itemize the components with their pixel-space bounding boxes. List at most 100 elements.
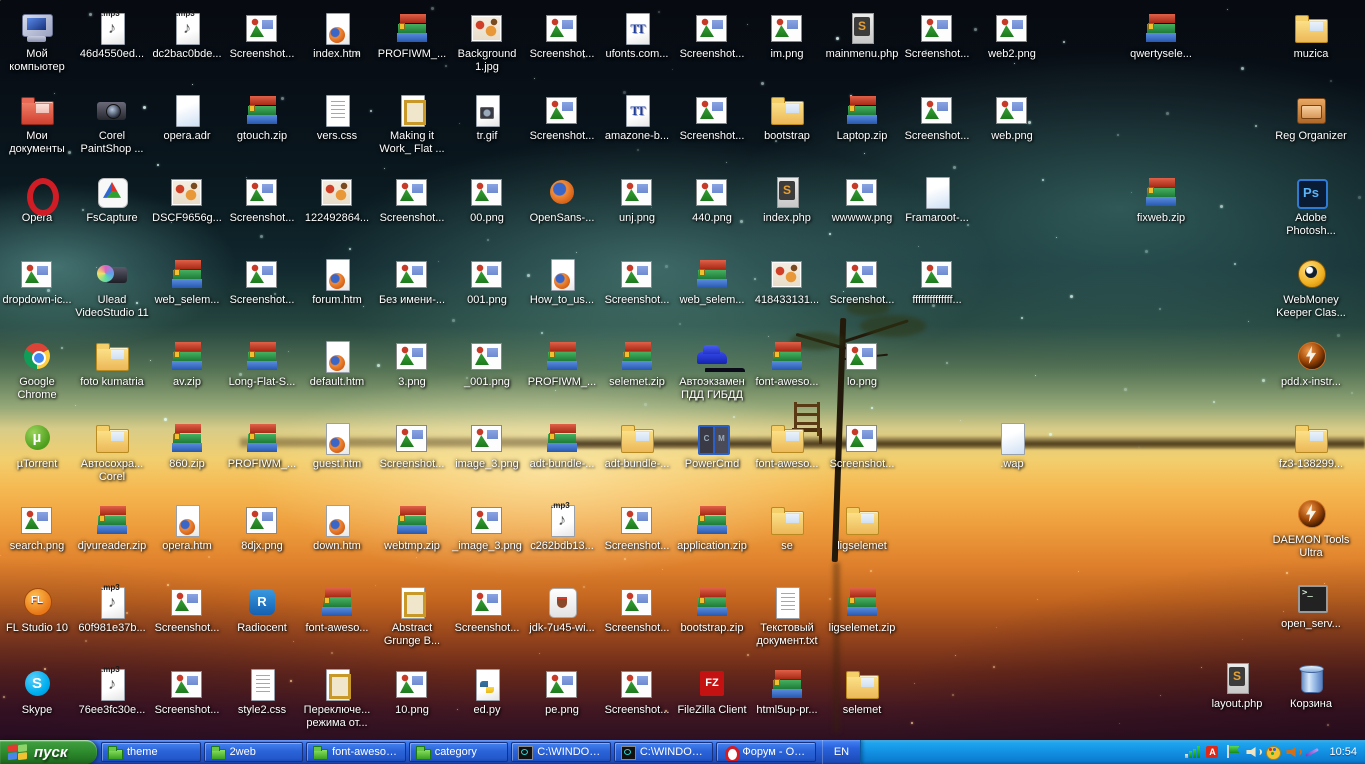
task-button[interactable]: C:\WINDOWS\syst...: [511, 742, 611, 762]
desktop-icon-image[interactable]: Screenshot...: [599, 666, 675, 717]
task-button[interactable]: theme: [101, 742, 201, 762]
desktop-icon-image-flower[interactable]: DSCF9656g...: [149, 174, 225, 225]
desktop-icon-mp3[interactable]: .mp3dc2bac0bde...: [149, 10, 225, 61]
desktop-icon-image-flower[interactable]: Background1.jpg: [449, 10, 525, 74]
desktop-icon-rar[interactable]: Long-Flat-S...: [224, 338, 300, 389]
desktop-icon-image[interactable]: Screenshot...: [224, 256, 300, 307]
desktop-icon-image[interactable]: Screenshot...: [824, 256, 900, 307]
desktop-icon-image[interactable]: Screenshot...: [674, 10, 750, 61]
desktop-icon-image[interactable]: 001.png: [449, 256, 525, 307]
desktop-icon-image[interactable]: wwwww.png: [824, 174, 900, 225]
desktop-icon-image-flower[interactable]: 122492864...: [299, 174, 375, 225]
desktop-icon-rar[interactable]: html5up-pr...: [749, 666, 825, 717]
desktop-icon-rar[interactable]: qwertysele...: [1123, 10, 1199, 61]
desktop-icon-image[interactable]: Screenshot...: [899, 92, 975, 143]
desktop-icon-folder[interactable]: fz3-138299...: [1273, 420, 1349, 471]
desktop-icon-image[interactable]: Screenshot...: [674, 92, 750, 143]
clock[interactable]: 10:54: [1329, 746, 1357, 758]
desktop-icon-folder[interactable]: muzica: [1273, 10, 1349, 61]
desktop-icon-blankdoc[interactable]: .wap: [974, 420, 1050, 471]
desktop-icon-folder[interactable]: bootstrap: [749, 92, 825, 143]
desktop-icon-image[interactable]: Screenshot...: [224, 10, 300, 61]
desktop-icon-rar[interactable]: font-aweso...: [749, 338, 825, 389]
desktop-icon-chrome[interactable]: GoogleChrome: [0, 338, 75, 402]
desktop[interactable]: Мойкомпьютер.mp346d4550ed....mp3dc2bac0b…: [0, 0, 1365, 740]
desktop-icon-mp3[interactable]: .mp376ee3fc30e...: [74, 666, 150, 717]
task-button[interactable]: font-awesome-4.0.1: [306, 742, 406, 762]
desktop-icon-folder[interactable]: foto kumatria: [74, 338, 150, 389]
desktop-icon-image[interactable]: ffffffffffffff...: [899, 256, 975, 307]
desktop-icon-image[interactable]: Screenshot...: [149, 584, 225, 635]
desktop-icon-utorrent[interactable]: µTorrent: [0, 420, 75, 471]
desktop-icon-image[interactable]: 440.png: [674, 174, 750, 225]
desktop-icon-rar[interactable]: 860.zip: [149, 420, 225, 471]
desktop-icon-rar[interactable]: selemet.zip: [599, 338, 675, 389]
desktop-icon-opera[interactable]: Opera: [0, 174, 75, 225]
desktop-icon-ttf[interactable]: ufonts.com...: [599, 10, 675, 61]
task-button[interactable]: 2web: [204, 742, 304, 762]
signal-bars-icon[interactable]: [1185, 745, 1201, 759]
desktop-icon-image[interactable]: dropdown-ic...: [0, 256, 75, 307]
desktop-icon-frame[interactable]: Making itWork_ Flat ...: [374, 92, 450, 156]
desktop-icon-mp3[interactable]: .mp346d4550ed...: [74, 10, 150, 61]
desktop-icon-rar[interactable]: Laptop.zip: [824, 92, 900, 143]
color-palette-icon[interactable]: [1265, 745, 1281, 759]
desktop-icon-rar[interactable]: bootstrap.zip: [674, 584, 750, 635]
desktop-icon-image[interactable]: search.png: [0, 502, 75, 553]
desktop-icon-image[interactable]: Screenshot...: [374, 174, 450, 225]
desktop-icon-rar[interactable]: djvureader.zip: [74, 502, 150, 553]
desktop-icon-skype[interactable]: Skype: [0, 666, 75, 717]
desktop-icon-image[interactable]: 00.png: [449, 174, 525, 225]
desktop-icon-videocam[interactable]: UleadVideoStudio 11: [74, 256, 150, 320]
desktop-icon-image[interactable]: 10.png: [374, 666, 450, 717]
desktop-icon-gif[interactable]: tr.gif: [449, 92, 525, 143]
desktop-icon-sublime[interactable]: layout.php: [1199, 660, 1275, 711]
desktop-icon-radiocent[interactable]: Radiocent: [224, 584, 300, 635]
desktop-icon-image-flower[interactable]: 418433131...: [749, 256, 825, 307]
desktop-icon-image[interactable]: im.png: [749, 10, 825, 61]
desktop-icon-rar[interactable]: PROFIWM_...: [224, 420, 300, 471]
desktop-icon-rar[interactable]: application.zip: [674, 502, 750, 553]
desktop-icon-sublime[interactable]: index.php: [749, 174, 825, 225]
desktop-icon-firefox[interactable]: OpenSans-...: [524, 174, 600, 225]
desktop-icon-blankdoc[interactable]: Framaroot-...: [899, 174, 975, 225]
desktop-icon-rar[interactable]: PROFIWM_...: [374, 10, 450, 61]
desktop-icon-python[interactable]: ed.py: [449, 666, 525, 717]
desktop-icon-image[interactable]: 8djx.png: [224, 502, 300, 553]
desktop-icon-image[interactable]: pe.png: [524, 666, 600, 717]
desktop-icon-rar[interactable]: fixweb.zip: [1123, 174, 1199, 225]
desktop-icon-rar[interactable]: gtouch.zip: [224, 92, 300, 143]
desktop-icon-rar[interactable]: webtmp.zip: [374, 502, 450, 553]
desktop-icon-image[interactable]: Screenshot...: [899, 10, 975, 61]
task-button[interactable]: category: [409, 742, 509, 762]
desktop-icon-textdoc[interactable]: vers.css: [299, 92, 375, 143]
desktop-icon-camera[interactable]: CorelPaintShop ...: [74, 92, 150, 156]
desktop-icon-image[interactable]: web.png: [974, 92, 1050, 143]
desktop-icon-sublime[interactable]: mainmenu.php: [824, 10, 900, 61]
desktop-icon-image[interactable]: _image_3.png: [449, 502, 525, 553]
language-indicator[interactable]: EN: [822, 740, 860, 764]
desktop-icon-firefox-page[interactable]: default.htm: [299, 338, 375, 389]
desktop-icon-image[interactable]: lo.png: [824, 338, 900, 389]
desktop-icon-image[interactable]: Screenshot...: [374, 420, 450, 471]
desktop-icon-image[interactable]: Screenshot...: [524, 92, 600, 143]
desktop-icon-rar[interactable]: web_selem...: [149, 256, 225, 307]
desktop-icon-rar[interactable]: av.zip: [149, 338, 225, 389]
desktop-icon-textdoc[interactable]: Текстовыйдокумент.txt: [749, 584, 825, 648]
desktop-icon-textdoc[interactable]: style2.css: [224, 666, 300, 717]
desktop-icon-powercmd[interactable]: PowerCmd: [674, 420, 750, 471]
pen-tablet-icon[interactable]: [1305, 745, 1321, 759]
desktop-icon-firefox-page[interactable]: index.htm: [299, 10, 375, 61]
desktop-icon-frame[interactable]: Переключе...режима от...: [299, 666, 375, 730]
desktop-icon-folder[interactable]: ligselemet: [824, 502, 900, 553]
desktop-icon-frame[interactable]: AbstractGrunge B...: [374, 584, 450, 648]
desktop-icon-filezilla[interactable]: FileZilla Client: [674, 666, 750, 717]
desktop-icon-car[interactable]: АвтоэкзаменПДД ГИБДД: [674, 338, 750, 402]
desktop-icon-reg[interactable]: Reg Organizer: [1273, 92, 1349, 143]
desktop-icon-recycle[interactable]: Корзина: [1273, 660, 1349, 711]
desktop-icon-image[interactable]: Без имени-...: [374, 256, 450, 307]
desktop-icon-daemon[interactable]: DAEMON ToolsUltra: [1273, 496, 1349, 560]
desktop-icon-ttf[interactable]: amazone-b...: [599, 92, 675, 143]
desktop-icon-flstudio[interactable]: FL Studio 10: [0, 584, 75, 635]
desktop-icon-firefox-page[interactable]: guest.htm: [299, 420, 375, 471]
